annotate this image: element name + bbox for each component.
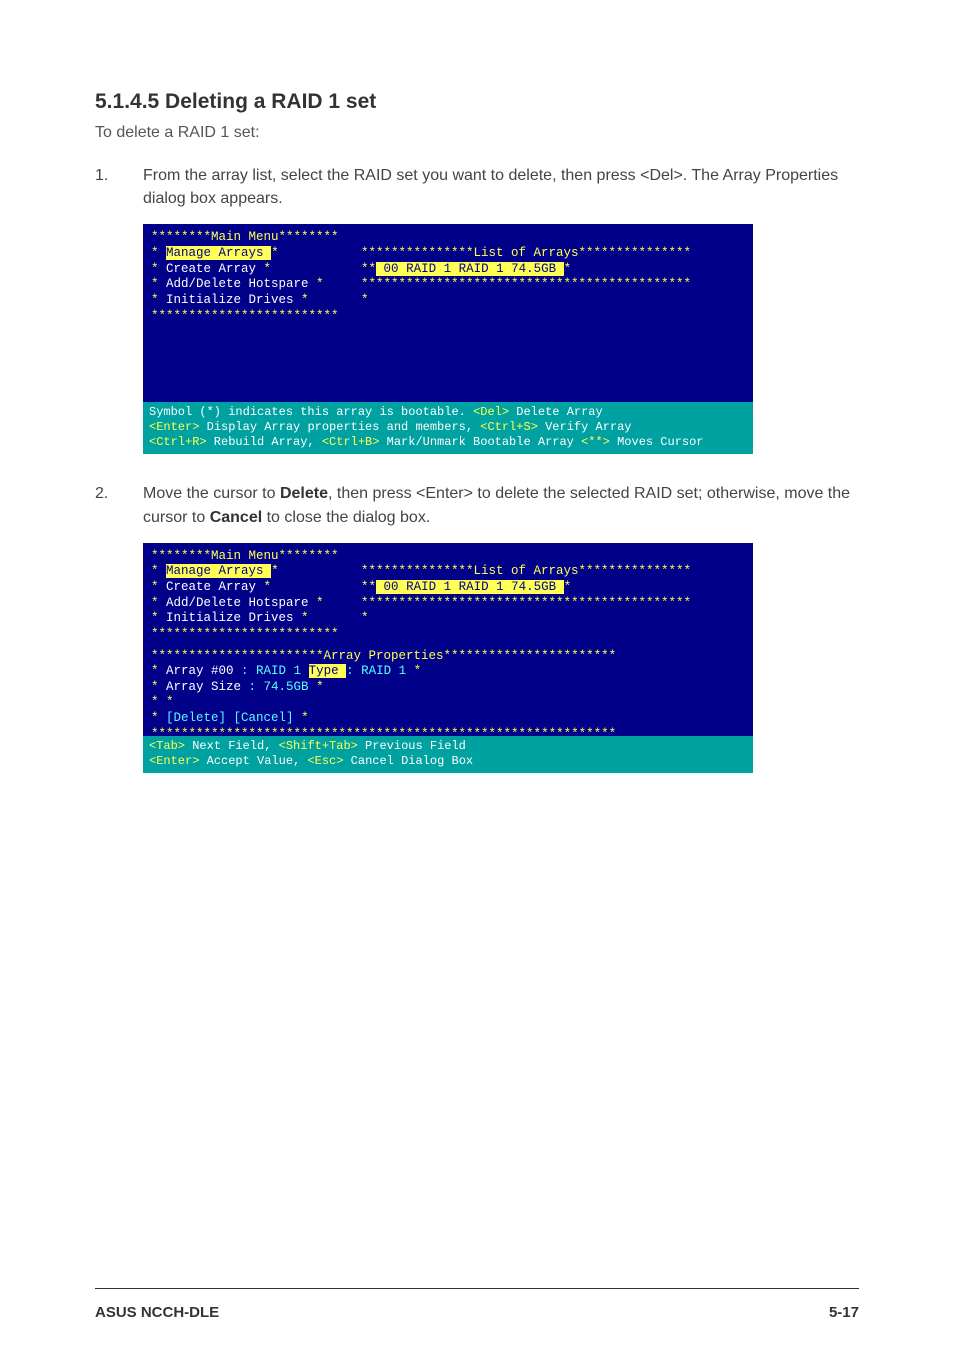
menu-item-create[interactable]: Create Array: [166, 262, 256, 276]
menu-item-manage[interactable]: Manage Arrays: [166, 246, 271, 260]
list-heading: ***************List of Arrays***********…: [361, 246, 691, 260]
footer-page-number: 5-17: [829, 1304, 859, 1321]
step-number: 2.: [95, 482, 143, 528]
prop-size-val: : 74.5GB: [249, 680, 309, 694]
menu-item-hotspare[interactable]: Add/Delete Hotspare: [166, 596, 309, 610]
main-menu-heading: ********Main Menu********: [151, 549, 339, 563]
step-number: 1.: [95, 164, 143, 210]
hint-bar: Symbol (*) indicates this array is boota…: [143, 402, 753, 454]
footer-product: ASUS NCCH-DLE: [95, 1304, 219, 1321]
prop-type-label: Type: [309, 664, 347, 678]
section-heading: 5.1.4.5 Deleting a RAID 1 set: [95, 90, 859, 114]
terminal-screenshot-1: ********Main Menu******** * Manage Array…: [143, 224, 753, 454]
delete-button[interactable]: [Delete]: [166, 711, 226, 725]
prop-array-num-label: Array #00: [166, 664, 234, 678]
list-border: ****************************************…: [361, 596, 691, 610]
array-list-row[interactable]: 00 RAID 1 RAID 1 74.5GB: [376, 580, 564, 594]
prop-type-val: : RAID 1: [346, 664, 406, 678]
step-body: From the array list, select the RAID set…: [143, 164, 859, 210]
menu-item-init[interactable]: Initialize Drives: [166, 293, 294, 307]
menu-item-init[interactable]: Initialize Drives: [166, 611, 294, 625]
terminal-screenshot-2: ********Main Menu******** * Manage Array…: [143, 543, 753, 773]
prop-array-num-val: : RAID 1: [241, 664, 301, 678]
cancel-button[interactable]: [Cancel]: [234, 711, 294, 725]
cancel-keyword: Cancel: [210, 509, 262, 526]
menu-border: *************************: [151, 627, 339, 641]
step-1: 1. From the array list, select the RAID …: [95, 164, 859, 210]
step-body: Move the cursor to Delete, then press <E…: [143, 482, 859, 528]
hint-bar: <Tab> Next Field, <Shift+Tab> Previous F…: [143, 736, 753, 773]
menu-item-manage[interactable]: Manage Arrays: [166, 564, 271, 578]
intro-text: To delete a RAID 1 set:: [95, 124, 859, 142]
array-list-row[interactable]: 00 RAID 1 RAID 1 74.5GB: [376, 262, 564, 276]
step-2: 2. Move the cursor to Delete, then press…: [95, 482, 859, 528]
menu-item-create[interactable]: Create Array: [166, 580, 256, 594]
list-heading: ***************List of Arrays***********…: [361, 564, 691, 578]
menu-item-hotspare[interactable]: Add/Delete Hotspare: [166, 277, 309, 291]
page-footer: ASUS NCCH-DLE 5-17: [95, 1304, 859, 1321]
array-props-heading: ***********************Array Properties*…: [151, 649, 616, 663]
footer-rule: [95, 1288, 859, 1289]
main-menu-heading: ********Main Menu********: [151, 230, 339, 244]
prop-size-label: Array Size: [166, 680, 241, 694]
list-border: ****************************************…: [361, 277, 691, 291]
menu-border: *************************: [151, 309, 339, 323]
delete-keyword: Delete: [280, 485, 328, 502]
